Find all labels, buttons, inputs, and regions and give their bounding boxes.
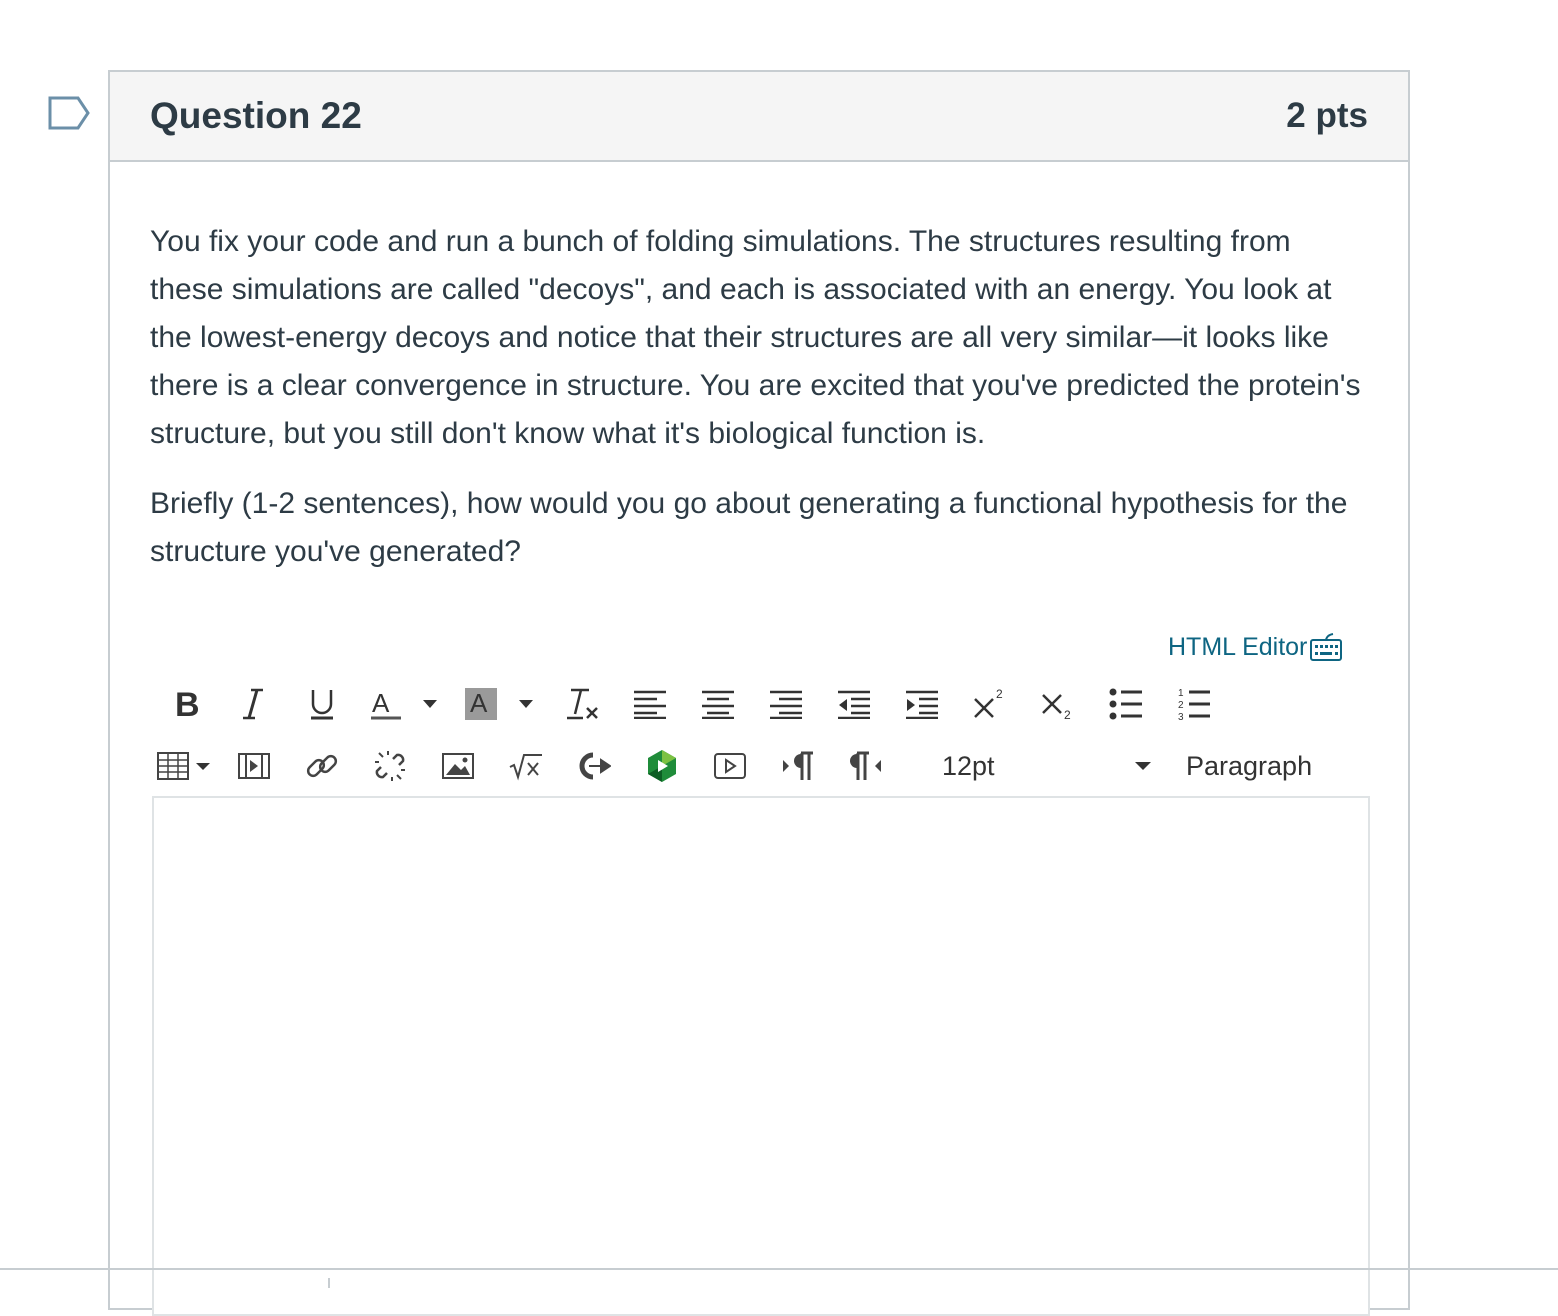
- bold-icon: B: [175, 686, 200, 722]
- superscript-button[interactable]: 2: [956, 682, 1024, 726]
- font-size-select[interactable]: 12pt: [942, 744, 1152, 788]
- svg-text:2: 2: [1178, 700, 1184, 711]
- text-color-button[interactable]: A: [356, 682, 452, 726]
- block-format-value: Paragraph: [1186, 750, 1313, 781]
- editor-toolbar-row-1: B A A 2 2 1 2 3: [152, 682, 1228, 726]
- link-button[interactable]: [288, 744, 356, 788]
- html-editor-label: HTML Editor: [1168, 632, 1308, 661]
- table-button[interactable]: [152, 744, 220, 788]
- html-editor-link[interactable]: HTML Editor: [1168, 632, 1343, 662]
- link-icon: [306, 754, 338, 778]
- svg-text:2: 2: [1064, 708, 1071, 721]
- subscript-icon: 2: [1042, 694, 1071, 721]
- chevron-down-icon: [1135, 762, 1151, 770]
- question-header: Question 22 2 pts: [110, 72, 1408, 162]
- lti-tool-button[interactable]: [560, 744, 628, 788]
- math-button[interactable]: [492, 744, 560, 788]
- question-paragraph: Briefly (1-2 sentences), how would you g…: [150, 487, 1348, 568]
- svg-text:A: A: [470, 688, 488, 718]
- italic-icon: [243, 688, 263, 720]
- question-text: You fix your code and run a bunch of fol…: [150, 218, 1368, 576]
- subscript-button[interactable]: 2: [1024, 682, 1092, 726]
- rtl-button[interactable]: [832, 744, 900, 788]
- svg-text:1: 1: [1178, 688, 1184, 699]
- align-center-button[interactable]: [684, 682, 752, 726]
- question-card: Question 22 2 pts You fix your code and …: [108, 70, 1410, 1316]
- bullet-list-button[interactable]: [1092, 682, 1160, 726]
- bullet-list-icon: [1109, 688, 1142, 720]
- flag-question-icon[interactable]: [48, 96, 90, 130]
- media-icon: [238, 753, 270, 779]
- editor-toolbar-row-2: [152, 744, 900, 788]
- background-color-button[interactable]: A: [452, 682, 548, 726]
- rtl-icon: [850, 751, 881, 780]
- align-center-icon: [702, 690, 734, 719]
- underline-icon: [311, 690, 333, 720]
- page-divider: [0, 1268, 1558, 1270]
- table-icon: [157, 752, 210, 780]
- clear-formatting-icon: [567, 688, 598, 720]
- text-color-icon: A: [371, 688, 437, 720]
- svg-text:B: B: [175, 686, 200, 722]
- app-button[interactable]: [628, 744, 696, 788]
- question-title: Question 22: [150, 95, 362, 136]
- svg-text:3: 3: [1178, 712, 1184, 721]
- align-left-icon: [634, 690, 666, 719]
- align-right-icon: [770, 690, 802, 719]
- keyboard-icon: [1310, 633, 1343, 661]
- align-right-button[interactable]: [752, 682, 820, 726]
- numbered-list-icon: 123: [1178, 688, 1210, 721]
- unlink-icon: [375, 751, 405, 781]
- app-icon: [648, 750, 676, 782]
- svg-text:A: A: [372, 688, 390, 718]
- background-color-icon: A: [465, 688, 533, 720]
- outdent-icon: [838, 690, 870, 719]
- indent-icon: [906, 690, 938, 719]
- image-button[interactable]: [424, 744, 492, 788]
- align-left-button[interactable]: [616, 682, 684, 726]
- block-format-select[interactable]: Paragraph: [1186, 744, 1346, 788]
- ltr-icon: [783, 751, 813, 780]
- bold-button[interactable]: B: [152, 682, 220, 726]
- superscript-icon: 2: [974, 687, 1003, 718]
- question-points: 2 pts: [1286, 96, 1368, 135]
- answer-editor[interactable]: [152, 796, 1370, 1316]
- italic-button[interactable]: [220, 682, 288, 726]
- clear-formatting-button[interactable]: [548, 682, 616, 726]
- math-icon: [509, 754, 542, 781]
- ltr-button[interactable]: [764, 744, 832, 788]
- outdent-button[interactable]: [820, 682, 888, 726]
- unlink-button[interactable]: [356, 744, 424, 788]
- video-button[interactable]: [696, 744, 764, 788]
- image-icon: [442, 753, 474, 779]
- svg-text:2: 2: [996, 687, 1003, 701]
- indent-button[interactable]: [888, 682, 956, 726]
- underline-button[interactable]: [288, 682, 356, 726]
- question-paragraph: You fix your code and run a bunch of fol…: [150, 225, 1361, 450]
- font-size-value: 12pt: [942, 750, 995, 781]
- lti-tool-icon: [579, 752, 611, 780]
- video-icon: [714, 753, 746, 779]
- divider-tick: [328, 1278, 330, 1288]
- media-button[interactable]: [220, 744, 288, 788]
- numbered-list-button[interactable]: 123: [1160, 682, 1228, 726]
